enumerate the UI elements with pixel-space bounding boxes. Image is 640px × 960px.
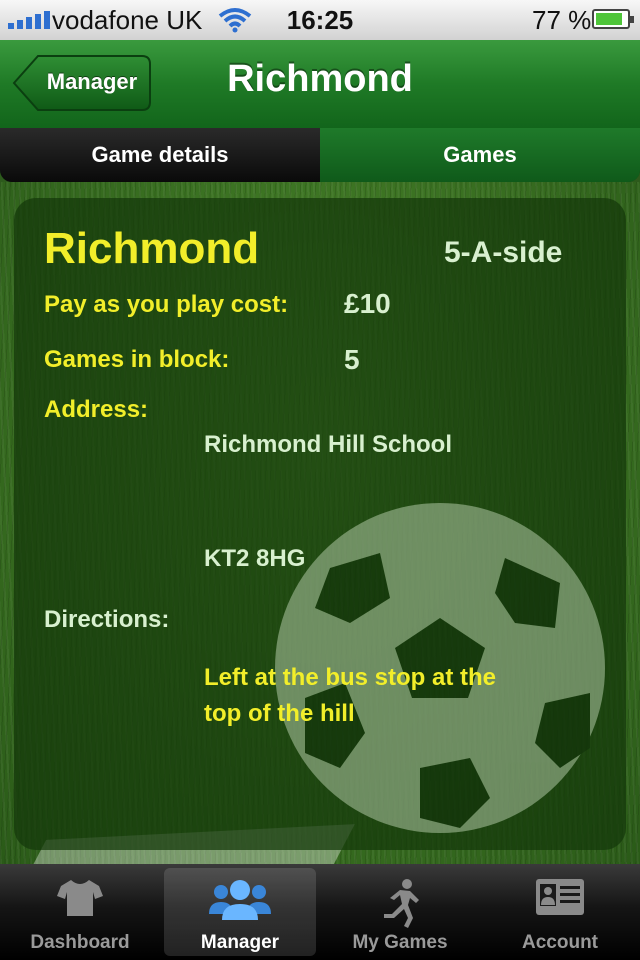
address-line: Richmond Hill School bbox=[204, 431, 453, 458]
runner-icon bbox=[384, 879, 419, 928]
navigation-bar: Manager Richmond bbox=[0, 40, 640, 129]
tab-account[interactable]: Account bbox=[484, 868, 636, 956]
venue-name: Richmond bbox=[44, 224, 260, 273]
tab-my-games-label: My Games bbox=[352, 932, 448, 953]
status-bar: vodafone UK 16:25 77 % bbox=[0, 0, 640, 40]
segment-games-label: Games bbox=[443, 142, 517, 167]
games-in-block-value: 5 bbox=[344, 344, 360, 375]
id-card-icon bbox=[536, 879, 584, 915]
people-icon bbox=[209, 880, 271, 920]
battery-icon bbox=[592, 9, 634, 29]
tab-dashboard-label: Dashboard bbox=[30, 932, 130, 953]
shirt-icon bbox=[57, 880, 103, 916]
cost-label: Pay as you play cost: bbox=[44, 291, 289, 318]
games-in-block-label: Games in block: bbox=[44, 346, 230, 373]
details-card: Richmond 5-A-side Pay as you play cost: … bbox=[14, 198, 626, 850]
tab-manager-label: Manager bbox=[200, 932, 280, 953]
segmented-control: Game details Games bbox=[0, 128, 640, 182]
cost-value: £10 bbox=[344, 288, 391, 319]
address-label: Address: bbox=[44, 396, 149, 423]
directions-line: top of the hill bbox=[204, 700, 355, 727]
game-format: 5-A-side bbox=[444, 236, 563, 269]
directions-line: Left at the bus stop at the bbox=[204, 664, 497, 691]
battery-percent: 77 % bbox=[532, 5, 592, 35]
tab-manager[interactable]: Manager bbox=[164, 868, 316, 956]
segment-game-details[interactable]: Game details bbox=[0, 128, 320, 182]
tab-dashboard[interactable]: Dashboard bbox=[4, 868, 156, 956]
tab-account-label: Account bbox=[522, 932, 598, 953]
tab-bar: Dashboard Manager My Games Account bbox=[0, 864, 640, 960]
segment-game-details-label: Game details bbox=[91, 142, 229, 167]
address-postcode: KT2 8HG bbox=[204, 545, 306, 572]
page-title: Richmond bbox=[227, 58, 413, 100]
back-button[interactable]: Manager bbox=[12, 54, 152, 112]
directions-label: Directions: bbox=[44, 606, 170, 633]
back-button-label: Manager bbox=[46, 69, 138, 94]
segment-games[interactable]: Games bbox=[320, 128, 640, 182]
tab-my-games[interactable]: My Games bbox=[324, 868, 476, 956]
